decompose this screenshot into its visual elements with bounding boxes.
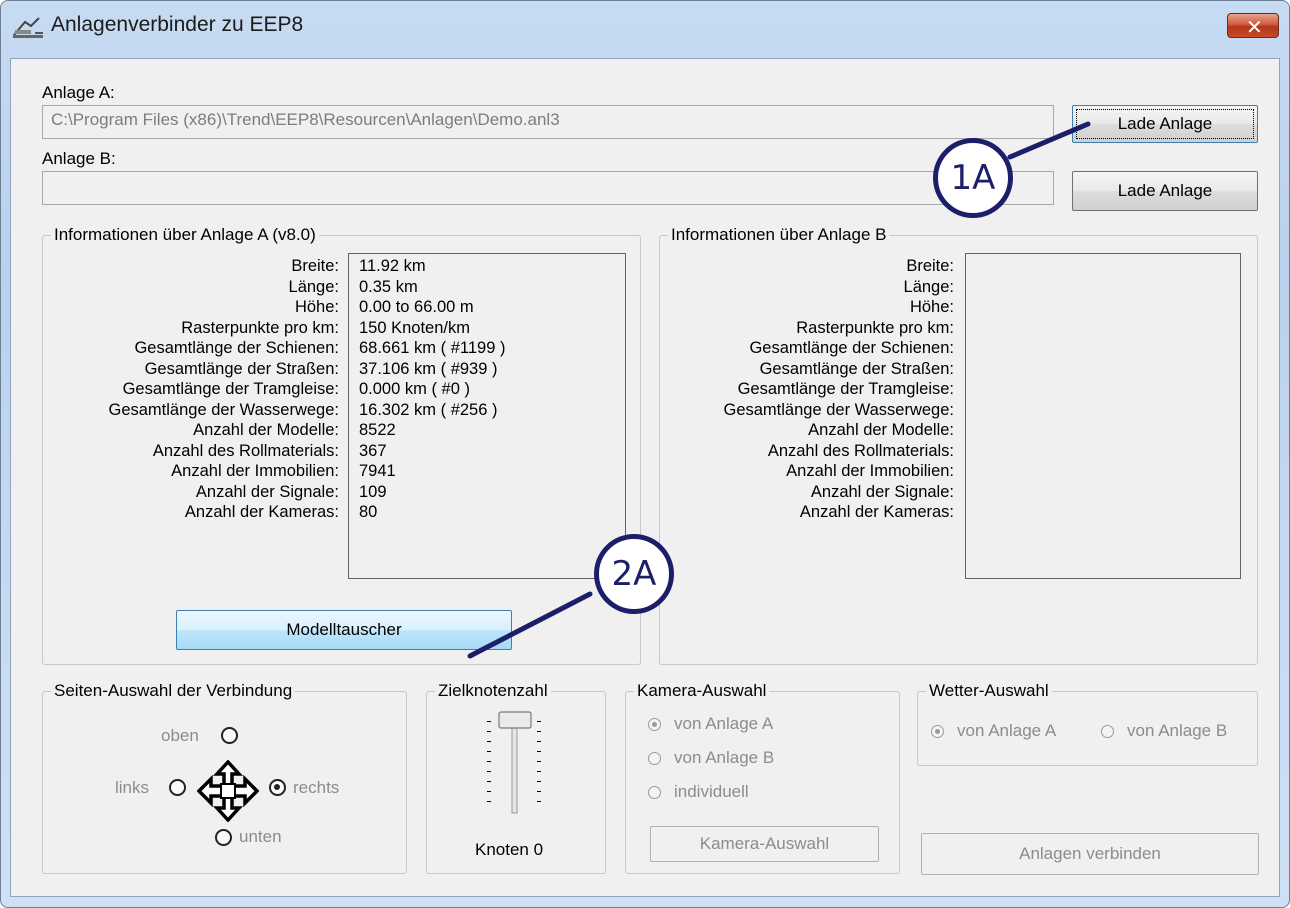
callout-2a-line [467, 591, 593, 659]
callout-2a: 2A [594, 534, 674, 614]
callout-1a: 1A [933, 138, 1013, 218]
annotation-lines [467, 121, 1091, 659]
callout-1a-line [1007, 121, 1091, 160]
